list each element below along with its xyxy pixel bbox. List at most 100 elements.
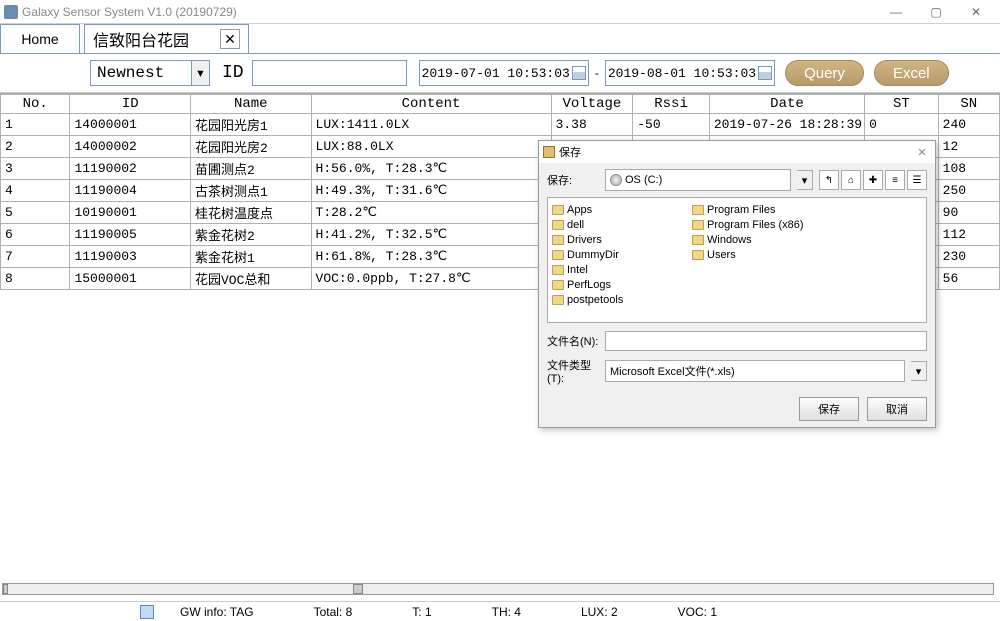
save-dialog-titlebar[interactable]: 保存 ✕ [539, 141, 935, 163]
cell-content: H:41.2%, T:32.5℃ [311, 224, 551, 246]
col-rssi[interactable]: Rssi [633, 95, 710, 114]
maximize-button[interactable]: ▢ [916, 0, 956, 24]
cell-date: 2019-07-26 18:28:39 [709, 114, 864, 136]
status-lux: LUX: 2 [581, 605, 618, 619]
col-voltage[interactable]: Voltage [551, 95, 633, 114]
cell-name: 紫金花树2 [190, 224, 311, 246]
cell-voltage: 3.38 [551, 114, 633, 136]
folder-item[interactable]: DummyDir [552, 247, 672, 262]
date-to-input[interactable]: 2019-08-01 10:53:03 [605, 60, 775, 86]
id-label: ID [222, 63, 244, 83]
folder-icon [552, 235, 564, 245]
cell-content: LUX:88.0LX [311, 136, 551, 158]
table-row[interactable]: 114000001花园阳光房1LUX:1411.0LX3.38-502019-0… [1, 114, 1000, 136]
filetype-dropdown[interactable]: Microsoft Excel文件(*.xls) [605, 360, 905, 382]
folder-item[interactable]: Apps [552, 202, 672, 217]
cell-id: 10190001 [70, 202, 191, 224]
list-view-icon[interactable]: ≡ [885, 170, 905, 190]
save-in-dropdown[interactable]: OS (C:) [605, 169, 791, 191]
status-voc: VOC: 1 [678, 605, 717, 619]
folder-item[interactable]: Program Files (x86) [692, 217, 812, 232]
cell-content: LUX:1411.0LX [311, 114, 551, 136]
folder-item[interactable]: Drivers [552, 232, 672, 247]
dialog-save-button[interactable]: 保存 [799, 397, 859, 421]
horizontal-scrollbar[interactable] [2, 583, 994, 595]
folder-item[interactable]: Program Files [692, 202, 812, 217]
folder-name: Intel [567, 264, 588, 276]
cell-sn: 108 [938, 158, 999, 180]
folder-icon [552, 205, 564, 215]
tabs-row: Home 信致阳台花园 ✕ [0, 24, 1000, 54]
sort-dropdown-value: Newnest [91, 61, 191, 85]
folder-item[interactable]: Intel [552, 262, 672, 277]
col-st[interactable]: ST [865, 95, 939, 114]
folder-name: Drivers [567, 234, 602, 246]
cell-sn: 56 [938, 268, 999, 290]
date-from-input[interactable]: 2019-07-01 10:53:03 [419, 60, 589, 86]
col-date[interactable]: Date [709, 95, 864, 114]
dialog-cancel-button[interactable]: 取消 [867, 397, 927, 421]
cell-sn: 240 [938, 114, 999, 136]
tab-close-button[interactable]: ✕ [220, 29, 240, 49]
details-view-icon[interactable]: ☰ [907, 170, 927, 190]
id-input[interactable] [252, 60, 407, 86]
disk-icon [610, 174, 622, 186]
folder-item[interactable]: PerfLogs [552, 277, 672, 292]
folder-item[interactable]: Users [692, 247, 812, 262]
scroll-thumb[interactable] [353, 584, 363, 594]
filter-bar: Newnest ▾ ID 2019-07-01 10:53:03 - 2019-… [0, 54, 1000, 93]
folder-name: Program Files [707, 204, 775, 216]
scroll-thumb[interactable] [3, 584, 8, 594]
sort-dropdown[interactable]: Newnest ▾ [90, 60, 210, 86]
save-in-value: OS (C:) [625, 174, 662, 186]
save-in-label: 保存: [547, 172, 599, 188]
status-t: T: 1 [412, 605, 431, 619]
close-window-button[interactable]: ✕ [956, 0, 996, 24]
cell-no: 8 [1, 268, 70, 290]
filename-input[interactable] [605, 331, 927, 351]
tab-active[interactable]: 信致阳台花园 ✕ [84, 24, 249, 53]
up-folder-icon[interactable]: ↰ [819, 170, 839, 190]
minimize-button[interactable]: — [876, 0, 916, 24]
chevron-down-icon[interactable]: ▾ [191, 61, 209, 85]
cell-name: 紫金花树1 [190, 246, 311, 268]
folder-item[interactable]: postpetools [552, 292, 672, 307]
col-no[interactable]: No. [1, 95, 70, 114]
dialog-close-button[interactable]: ✕ [913, 144, 931, 160]
filetype-label: 文件类型(T): [547, 357, 599, 385]
col-content[interactable]: Content [311, 95, 551, 114]
col-id[interactable]: ID [70, 95, 191, 114]
folder-list[interactable]: Appsdell DriversDummyDir IntelPerfLogspost… [547, 197, 927, 323]
tab-home[interactable]: Home [0, 24, 80, 53]
cell-st: 0 [865, 114, 939, 136]
cell-sn: 112 [938, 224, 999, 246]
folder-icon [692, 220, 704, 230]
chevron-down-icon[interactable]: ▾ [797, 170, 813, 190]
date-from-value: 2019-07-01 10:53:03 [422, 66, 570, 81]
date-range-dash: - [595, 66, 599, 80]
col-name[interactable]: Name [190, 95, 311, 114]
folder-item[interactable]: dell [552, 217, 672, 232]
folder-icon [552, 220, 564, 230]
calendar-icon[interactable] [758, 66, 772, 80]
col-sn[interactable]: SN [938, 95, 999, 114]
home-icon[interactable]: ⌂ [841, 170, 861, 190]
tab-home-label: Home [21, 31, 58, 47]
folder-icon [692, 205, 704, 215]
chevron-down-icon[interactable]: ▾ [911, 361, 927, 381]
folder-item[interactable]: Windows [692, 232, 812, 247]
cell-name: 苗圃测点2 [190, 158, 311, 180]
window-title: Galaxy Sensor System V1.0 (20190729) [22, 5, 237, 19]
cell-sn: 230 [938, 246, 999, 268]
save-dialog: 保存 ✕ 保存: OS (C:) ▾ ↰ ⌂ ✚ ≡ ☰ Appsdell Dri… [538, 140, 936, 428]
folder-icon [552, 265, 564, 275]
calendar-icon[interactable] [572, 66, 586, 80]
query-button[interactable]: Query [785, 60, 864, 86]
folder-icon [692, 250, 704, 260]
cell-no: 7 [1, 246, 70, 268]
cell-id: 14000002 [70, 136, 191, 158]
new-folder-icon[interactable]: ✚ [863, 170, 883, 190]
cell-content: VOC:0.0ppb, T:27.8℃ [311, 268, 551, 290]
cell-name: 花园阳光房2 [190, 136, 311, 158]
excel-button[interactable]: Excel [874, 60, 949, 86]
